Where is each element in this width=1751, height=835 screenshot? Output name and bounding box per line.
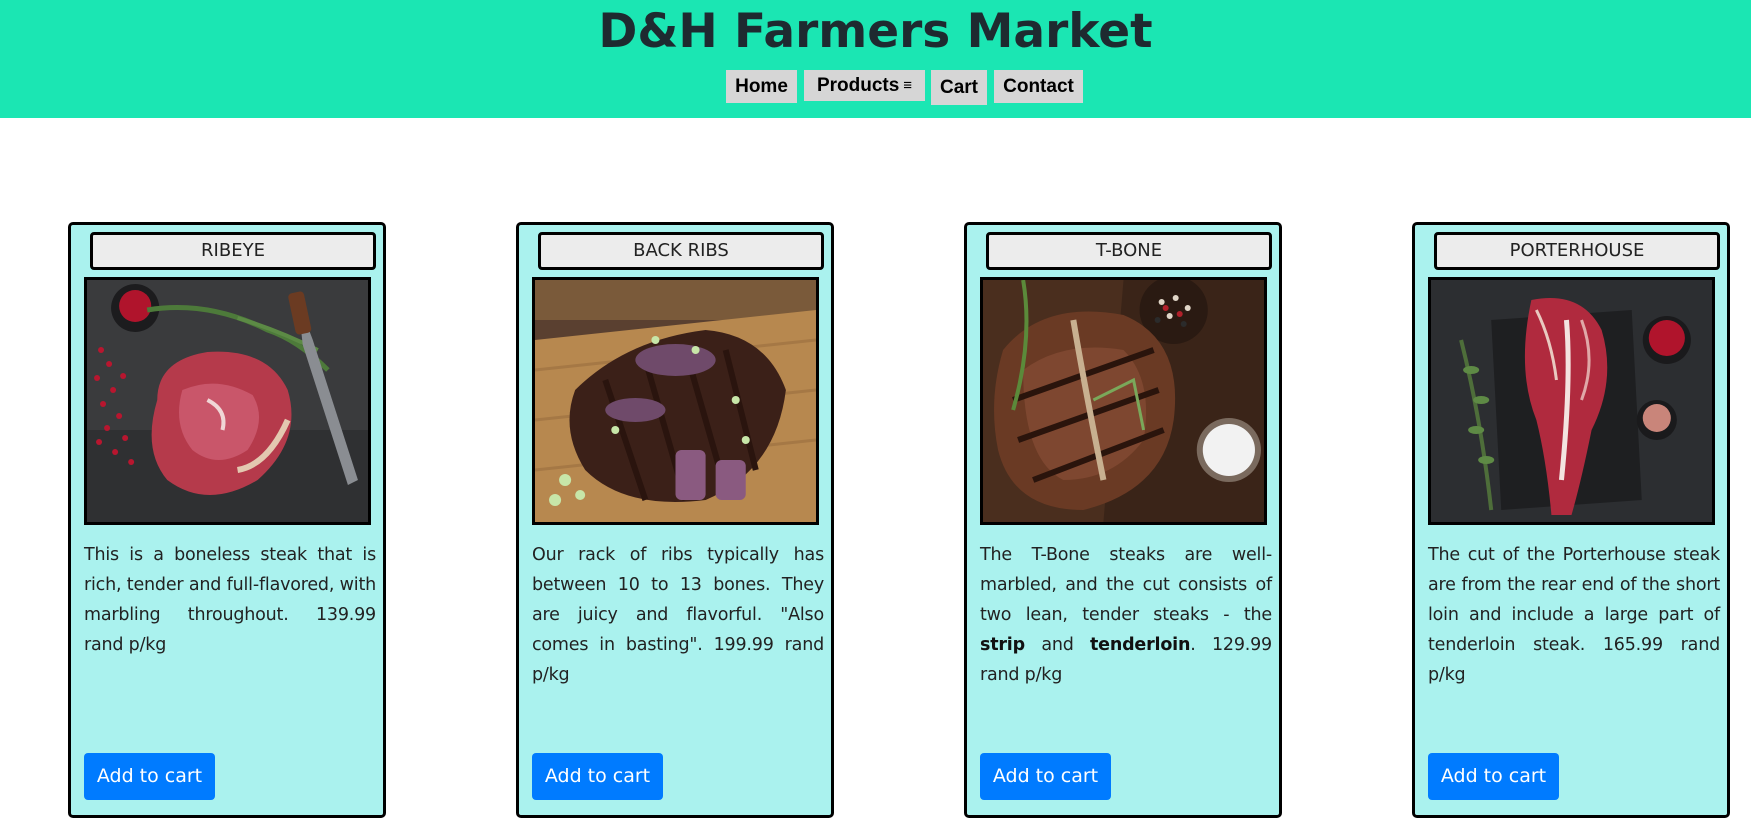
site-title: D&H Farmers Market — [598, 4, 1153, 59]
product-description: This is a boneless steak that is rich, t… — [84, 545, 376, 655]
porterhouse-steak-image — [1428, 277, 1715, 525]
description-text: and — [1024, 635, 1091, 655]
product-card-porterhouse: PORTERHOUSE The cut of the Porterhouse s… — [1412, 222, 1730, 818]
product-title: T-BONE — [986, 232, 1272, 270]
product-card-back-ribs: BACK RIBS Our rack of ribs typically has… — [516, 222, 834, 818]
product-description: Our rack of ribs typically has between 1… — [532, 545, 824, 685]
product-description: The cut of the Porterhouse steak are fro… — [1428, 545, 1720, 685]
site-header: D&H Farmers Market Home Products ≡ Cart C… — [0, 0, 1751, 118]
nav-products-label: Products — [816, 74, 900, 96]
product-card-t-bone: T-BONE The T-Bone steaks are well-marble… — [964, 222, 1282, 818]
description-tenderloin: tenderloin — [1090, 635, 1191, 655]
nav-contact-button[interactable]: Contact — [994, 70, 1083, 103]
add-to-cart-button[interactable]: Add to cart — [84, 753, 215, 800]
product-description: The T-Bone steaks are well-marbled, and … — [980, 540, 1272, 690]
product-card-ribeye: RIBEYE This is a boneless steak that is … — [68, 222, 386, 818]
t-bone-steak-image — [980, 277, 1267, 525]
add-to-cart-button[interactable]: Add to cart — [980, 753, 1111, 800]
ribeye-steak-image — [84, 277, 371, 525]
product-title: RIBEYE — [90, 232, 376, 270]
description-strip: strip — [980, 635, 1025, 655]
description-text: The T-Bone steaks are well-marbled, and … — [980, 545, 1272, 625]
back-ribs-image — [532, 277, 819, 525]
add-to-cart-button[interactable]: Add to cart — [1428, 753, 1559, 800]
add-to-cart-button[interactable]: Add to cart — [532, 753, 663, 800]
menu-icon: ≡ — [903, 76, 913, 94]
nav-products-button[interactable]: Products ≡ — [804, 70, 925, 101]
nav-cart-button[interactable]: Cart — [931, 70, 987, 105]
product-title: PORTERHOUSE — [1434, 232, 1720, 270]
product-title: BACK RIBS — [538, 232, 824, 270]
nav-home-button[interactable]: Home — [726, 70, 797, 103]
